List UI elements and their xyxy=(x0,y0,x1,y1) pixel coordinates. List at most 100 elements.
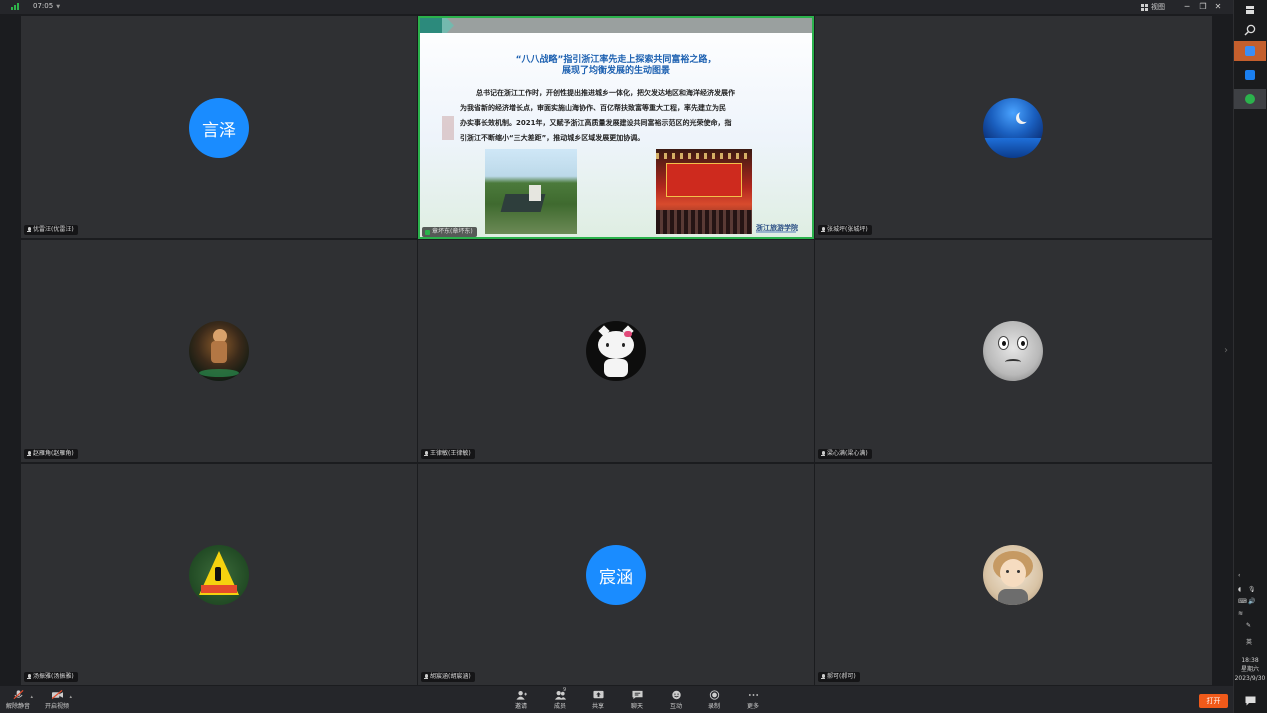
participant-name: 汤振雅(汤振雅) xyxy=(24,672,78,682)
network-signal-icon[interactable] xyxy=(11,3,19,10)
record-icon xyxy=(709,690,719,700)
meeting-toolbar xyxy=(0,686,1233,713)
video-tile[interactable]: 汤振雅(汤振雅) xyxy=(21,464,417,685)
video-tile[interactable]: 宸涵 胡宸涵(胡宸涵) xyxy=(418,464,814,685)
stage-photo xyxy=(656,149,752,234)
mute-button-label: 解除静音 xyxy=(5,703,30,710)
video-tile[interactable]: 梁心满(梁心满) xyxy=(815,240,1212,462)
chat-button[interactable]: 聊天 xyxy=(622,688,652,711)
interact-button-label: 互动 xyxy=(669,703,682,710)
meeting-window: 07:05 ▼ 视图 ─ ❐ ✕ 言泽 优雷汪(优雷汪) “八八战略”指引浙江率先… xyxy=(0,0,1267,713)
mic-icon xyxy=(27,227,31,233)
chevron-right-icon[interactable]: › xyxy=(1224,345,1228,356)
chat-button-label: 聊天 xyxy=(630,703,643,710)
more-button-label: 更多 xyxy=(746,703,759,710)
slide-title-line2: 展现了均衡发展的生动图景 xyxy=(561,66,670,76)
members-button[interactable]: 9 成员 xyxy=(545,687,575,711)
minimize-icon[interactable]: ─ xyxy=(1181,1,1193,13)
video-tile[interactable]: 郝可(郝可) xyxy=(815,464,1212,685)
open-button[interactable]: 打开 xyxy=(1199,694,1228,708)
participant-name: 郝可(郝可) xyxy=(818,672,860,682)
grid-view-icon xyxy=(1141,3,1148,11)
wechat-app-icon[interactable] xyxy=(1234,89,1266,109)
screen-share-icon xyxy=(425,229,430,235)
wifi-icon[interactable]: ≋ xyxy=(1238,610,1243,617)
participant-name: 优雷汪(优雷汪) xyxy=(24,225,78,235)
photo-stage xyxy=(666,163,742,197)
video-tile[interactable]: 张城坪(张城坪) xyxy=(815,16,1212,238)
members-count: 9 xyxy=(563,687,567,693)
close-icon[interactable]: ✕ xyxy=(1212,1,1224,13)
mic-icon xyxy=(821,227,825,233)
pen-icon[interactable]: ✎ xyxy=(1246,622,1251,629)
window-panel-icon[interactable] xyxy=(1234,0,1266,20)
microphone-tray-icon[interactable]: 🎙 xyxy=(1248,586,1256,593)
invite-button[interactable]: 邀请 xyxy=(506,688,536,711)
volume-icon[interactable]: 🔊 xyxy=(1248,598,1255,605)
slide-body: 总书记在浙江工作时，开创性提出推进城乡一体化，把欠发达地区和海洋经济发展作 为我… xyxy=(460,86,780,146)
share-button-label: 共享 xyxy=(591,703,604,710)
participant-name-text: 张城坪(张城坪) xyxy=(827,226,868,233)
train-face-avatar xyxy=(983,321,1043,381)
chevron-down-icon[interactable]: ▴ xyxy=(30,694,33,700)
notification-icon[interactable] xyxy=(1234,691,1266,711)
members-button-label: 成员 xyxy=(553,703,566,710)
avatar: 宸涵 xyxy=(586,545,646,605)
mic-icon xyxy=(424,674,428,680)
photo-crowd xyxy=(656,210,752,234)
pedestrian-sign-avatar xyxy=(189,545,249,605)
taskbar-clock[interactable]: 18:38 xyxy=(1233,657,1267,665)
add-user-icon xyxy=(515,690,527,700)
slide-body-line: 为我省新的经济增长点，审面实施山海协作、百亿帮扶致富等重大工程，率先建立为民 xyxy=(460,104,726,112)
participant-name: 胡宸涵(胡宸涵) xyxy=(421,672,475,682)
mute-button[interactable]: 解除静音 ▴ xyxy=(3,688,33,711)
video-tile[interactable]: 王律敏(王律敏) xyxy=(418,240,814,462)
search-icon[interactable] xyxy=(1234,20,1266,40)
interact-button[interactable]: 互动 xyxy=(661,688,691,711)
slide-title-line1: “八八战略”指引浙江率先走上探索共同富裕之路， xyxy=(515,55,717,65)
participant-name-text: 胡宸涵(胡宸涵) xyxy=(430,673,471,680)
network-tray-icon[interactable]: ◖ xyxy=(1238,586,1241,593)
participant-name-text: 赵雁角(赵雁角) xyxy=(33,450,74,457)
chat-icon xyxy=(631,690,643,700)
video-button[interactable]: 开启视频 ▴ xyxy=(42,688,72,711)
emoji-icon xyxy=(671,690,681,700)
invite-button-label: 邀请 xyxy=(514,703,527,710)
participant-name: 王律敏(王律敏) xyxy=(421,449,475,459)
share-button[interactable]: 共享 xyxy=(583,688,613,711)
camera-off-icon xyxy=(51,690,63,700)
view-button[interactable]: 视图 xyxy=(1141,2,1165,12)
girl-avatar xyxy=(983,545,1043,605)
meeting-duration-text: 07:05 xyxy=(33,2,54,10)
meeting-duration[interactable]: 07:05 ▼ xyxy=(33,2,60,10)
photo-lights xyxy=(656,153,752,159)
chevron-down-icon[interactable]: ▴ xyxy=(69,694,72,700)
moon-sea-avatar xyxy=(983,98,1043,158)
mic-icon xyxy=(821,674,825,680)
slide-body-line: 总书记在浙江工作时，开创性提出推进城乡一体化，把欠发达地区和海洋经济发展作 xyxy=(476,89,735,97)
video-tile[interactable]: 赵雁角(赵雁角) xyxy=(21,240,417,462)
video-button-label: 开启视频 xyxy=(44,703,69,710)
chevron-down-icon: ▼ xyxy=(56,4,61,10)
chevron-left-icon[interactable]: ‹ xyxy=(1238,572,1240,579)
slide-body-line: 办实事长效机制。2021年，又赋予浙江高质量发展建设共同富裕示范区的光荣使命，指 xyxy=(460,119,732,127)
participant-name: 章坏东(章坏东) xyxy=(422,227,477,237)
video-tile[interactable]: 言泽 优雷汪(优雷汪) xyxy=(21,16,417,238)
shared-slide: “八八战略”指引浙江率先走上探索共同富裕之路， 展现了均衡发展的生动图景 总书记… xyxy=(420,18,812,237)
avatar: 言泽 xyxy=(189,98,249,158)
meeting-app-icon[interactable] xyxy=(1234,65,1266,85)
participant-name-text: 优雷汪(优雷汪) xyxy=(33,226,74,233)
lark-app-icon[interactable] xyxy=(1234,41,1266,61)
ime-indicator[interactable]: 英 xyxy=(1246,637,1252,646)
participant-name: 梁心满(梁心满) xyxy=(818,449,872,459)
restore-icon[interactable]: ❐ xyxy=(1197,1,1209,13)
view-button-label: 视图 xyxy=(1151,3,1165,11)
taskbar-weekday: 星期六 xyxy=(1240,666,1259,673)
record-button[interactable]: 录制 xyxy=(699,688,729,711)
screen-share-tile[interactable]: “八八战略”指引浙江率先走上探索共同富裕之路， 展现了均衡发展的生动图景 总书记… xyxy=(418,16,814,239)
participant-name: 张城坪(张城坪) xyxy=(818,225,872,235)
more-button[interactable]: 更多 xyxy=(738,688,768,711)
ime-tray-icon[interactable]: ⌨ xyxy=(1238,598,1247,605)
top-bar: 07:05 ▼ 视图 ─ ❐ ✕ xyxy=(0,0,1233,14)
photo-building xyxy=(529,185,541,201)
